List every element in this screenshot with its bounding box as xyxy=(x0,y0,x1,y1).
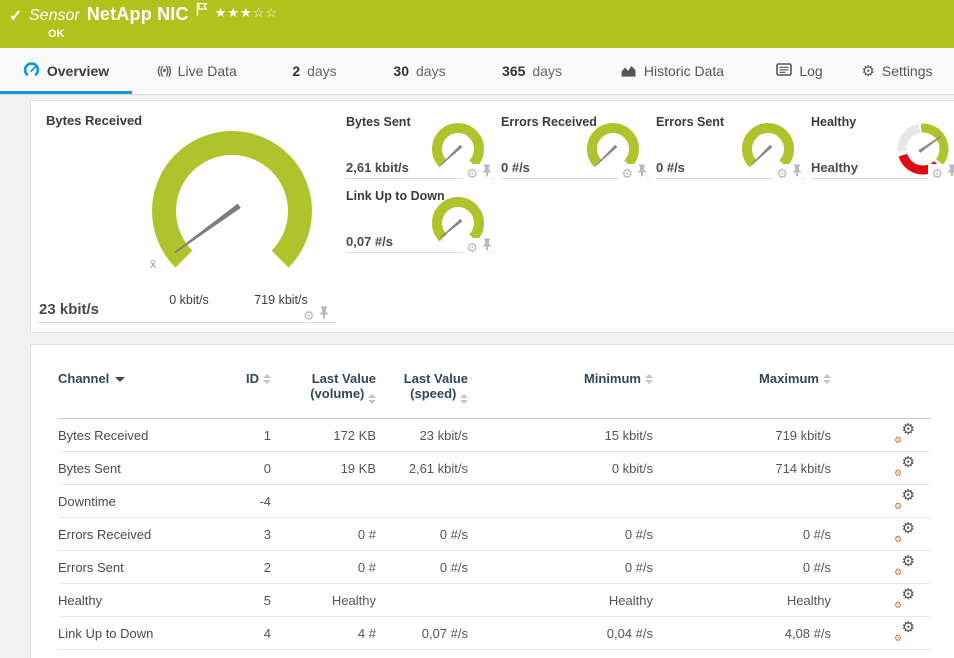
col-actions xyxy=(831,371,931,419)
channel-name[interactable]: Bytes Received xyxy=(58,419,218,452)
sort-icon xyxy=(645,371,653,384)
tab-overview[interactable]: Overview xyxy=(0,48,132,94)
pin-icon[interactable] xyxy=(637,164,647,182)
sort-icon xyxy=(368,391,376,404)
channel-settings-icon[interactable]: ⚙⚙ xyxy=(895,590,915,608)
sort-icon xyxy=(460,391,468,404)
pin-icon[interactable] xyxy=(482,238,492,256)
status-check-icon: ✓ xyxy=(9,6,22,26)
sort-icon xyxy=(263,371,271,384)
gauge-value: 23 kbit/s xyxy=(39,301,99,318)
gauge-healthy[interactable]: Healthy Healthy ⚙ xyxy=(811,115,954,179)
table-row[interactable]: Bytes Received 1 172 KB 23 kbit/s 15 kbi… xyxy=(58,419,931,452)
table-row[interactable]: Link Up to Down 4 4 # 0,07 #/s 0,04 #/s … xyxy=(58,617,931,650)
col-id[interactable]: ID xyxy=(218,371,271,419)
gauge-settings-gear-icon[interactable]: ⚙ xyxy=(466,241,478,254)
gauge-link-up-to-down[interactable]: Link Up to Down 0,07 #/s ⚙ xyxy=(346,189,494,253)
channel-name[interactable]: Errors Received xyxy=(58,518,218,551)
col-minimum[interactable]: Minimum xyxy=(468,371,653,419)
gauge-errors-received[interactable]: Errors Received 0 #/s ⚙ xyxy=(501,115,649,179)
col-maximum[interactable]: Maximum xyxy=(653,371,831,419)
gauges-panel: Bytes Received x̄ 0 kbit/s 719 kbit/s 23… xyxy=(30,100,954,333)
gauge-title: Bytes Received xyxy=(46,113,142,128)
gauge-max-label: 719 kbit/s xyxy=(236,293,326,307)
table-row[interactable]: Bytes Sent 0 19 KB 2,61 kbit/s 0 kbit/s … xyxy=(58,452,931,485)
tab-bar: Overview ((•)) Live Data 2days 30days 36… xyxy=(0,48,954,95)
tab-historic-data[interactable]: Historic Data xyxy=(592,48,752,94)
tab-settings[interactable]: ⚙ Settings xyxy=(847,48,947,94)
pin-icon[interactable] xyxy=(792,164,802,182)
sensor-status-badge: OK xyxy=(48,28,65,40)
table-row[interactable]: Errors Sent 2 0 # 0 #/s 0 #/s 0 #/s ⚙⚙ xyxy=(58,551,931,584)
priority-stars-icon[interactable]: ★★★☆☆ xyxy=(215,5,278,21)
channel-settings-icon[interactable]: ⚙⚙ xyxy=(895,491,915,509)
channel-name[interactable]: Link Up to Down xyxy=(58,617,218,650)
gauge-bytes-sent[interactable]: Bytes Sent 2,61 kbit/s ⚙ xyxy=(346,115,494,179)
col-channel[interactable]: Channel xyxy=(58,371,218,419)
table-row[interactable]: Healthy 5 Healthy Healthy Healthy ⚙⚙ xyxy=(58,584,931,617)
sensor-name: NetApp NIC xyxy=(87,4,189,25)
pin-icon[interactable] xyxy=(482,164,492,182)
gauge-settings-gear-icon[interactable]: ⚙ xyxy=(303,309,315,322)
pin-icon[interactable] xyxy=(947,164,954,182)
sensor-header: ✓ Sensor NetApp NIC ★★★☆☆ OK xyxy=(0,0,954,48)
settings-gear-icon: ⚙ xyxy=(861,64,874,79)
tab-live-data[interactable]: ((•)) Live Data xyxy=(132,48,262,94)
divider xyxy=(37,322,336,323)
gauge-icon xyxy=(23,62,40,81)
channel-name[interactable]: Errors Sent xyxy=(58,551,218,584)
channel-name[interactable]: Bytes Sent xyxy=(58,452,218,485)
live-data-icon: ((•)) xyxy=(157,65,171,77)
sort-desc-icon xyxy=(115,377,125,382)
channel-settings-icon[interactable]: ⚙⚙ xyxy=(895,623,915,641)
sensor-title: Sensor NetApp NIC ★★★☆☆ xyxy=(29,4,278,25)
gauge-settings-gear-icon[interactable]: ⚙ xyxy=(931,167,943,180)
prtg-sensor-page: ✓ Sensor NetApp NIC ★★★☆☆ OK Overview ((… xyxy=(0,0,954,658)
channel-settings-icon[interactable]: ⚙⚙ xyxy=(895,425,915,443)
channel-name[interactable]: Healthy xyxy=(58,584,218,617)
tab-30-days[interactable]: 30days xyxy=(367,48,472,94)
gauge-bytes-received[interactable]: Bytes Received x̄ 0 kbit/s 719 kbit/s 23… xyxy=(31,101,336,334)
col-last-value-volume[interactable]: Last Value(volume) xyxy=(271,371,376,419)
channel-settings-icon[interactable]: ⚙⚙ xyxy=(895,557,915,575)
tab-log[interactable]: Log xyxy=(752,48,847,94)
sort-icon xyxy=(823,371,831,384)
flag-icon[interactable] xyxy=(196,2,208,21)
tab-2-days[interactable]: 2days xyxy=(262,48,367,94)
table-row[interactable]: Downtime -4 ⚙⚙ xyxy=(58,485,931,518)
gauge-min-label: 0 kbit/s xyxy=(153,293,225,307)
col-last-value-speed[interactable]: Last Value(speed) xyxy=(376,371,468,419)
log-icon xyxy=(776,63,792,79)
channel-name[interactable]: Downtime xyxy=(58,485,218,518)
sensor-type-label: Sensor xyxy=(29,7,80,25)
bytes-received-gauge-dial xyxy=(150,129,314,293)
channel-settings-icon[interactable]: ⚙⚙ xyxy=(895,458,915,476)
table-header-row: Channel ID Last Value(volume) Last Value… xyxy=(58,371,931,419)
historic-chart-icon xyxy=(620,63,637,80)
channel-settings-icon[interactable]: ⚙⚙ xyxy=(895,524,915,542)
gauge-settings-gear-icon[interactable]: ⚙ xyxy=(466,167,478,180)
table-row[interactable]: Errors Received 3 0 # 0 #/s 0 #/s 0 #/s … xyxy=(58,518,931,551)
channels-table: Channel ID Last Value(volume) Last Value… xyxy=(58,371,931,650)
gauge-settings-gear-icon[interactable]: ⚙ xyxy=(621,167,633,180)
gauge-settings-gear-icon[interactable]: ⚙ xyxy=(776,167,788,180)
pin-icon[interactable] xyxy=(319,306,329,324)
average-marker: x̄ xyxy=(150,257,156,271)
tab-365-days[interactable]: 365days xyxy=(472,48,592,94)
gauge-errors-sent[interactable]: Errors Sent 0 #/s ⚙ xyxy=(656,115,804,179)
channels-panel: Channel ID Last Value(volume) Last Value… xyxy=(30,344,954,658)
